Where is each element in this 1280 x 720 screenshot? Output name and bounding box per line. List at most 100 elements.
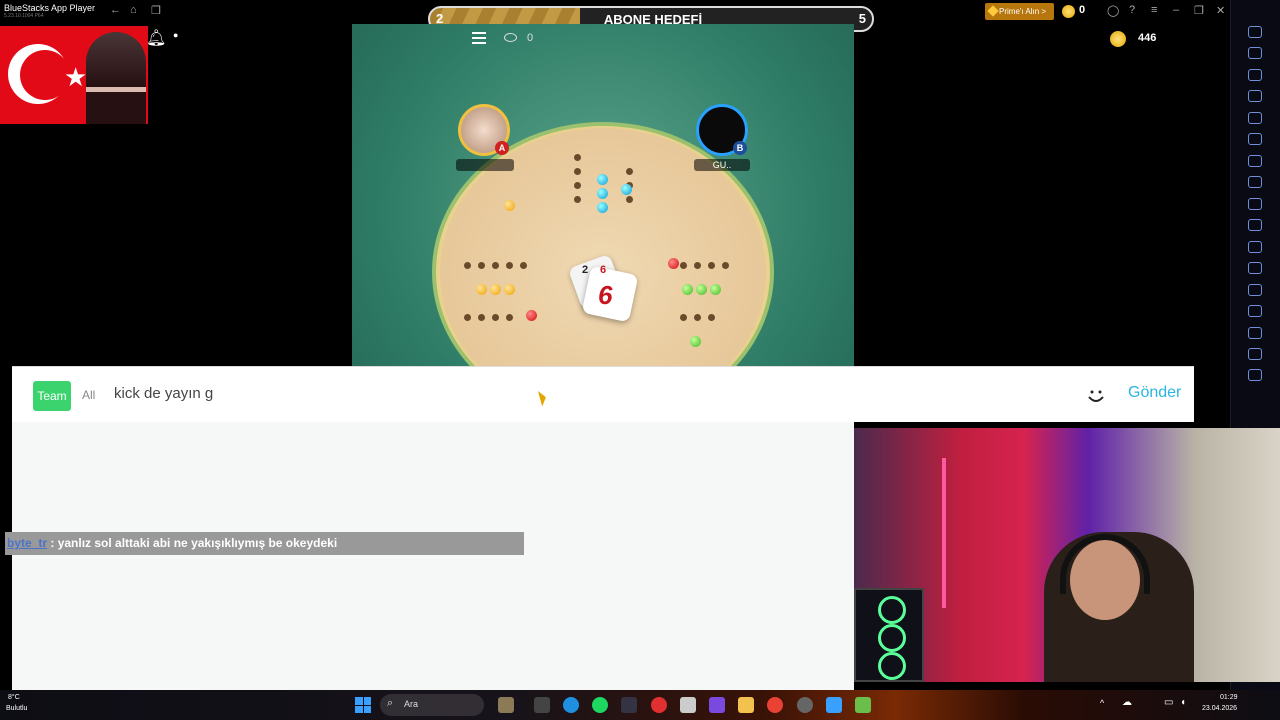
green-piece[interactable]	[696, 284, 707, 295]
player-b-avatar[interactable]: B	[696, 104, 748, 156]
tray-chevron-icon[interactable]: ^	[1100, 698, 1104, 708]
orange-piece[interactable]	[476, 284, 487, 295]
taskbar-search[interactable]	[380, 694, 484, 716]
app2-icon[interactable]	[709, 697, 725, 713]
dice[interactable]: 2 6 6	[567, 253, 639, 326]
back-icon[interactable]: ←	[110, 4, 121, 16]
blue-piece[interactable]	[597, 202, 608, 213]
screenshot-icon[interactable]	[1248, 198, 1262, 210]
blue-piece[interactable]	[621, 184, 632, 195]
player-a-name	[456, 159, 514, 171]
gamepad-icon[interactable]	[1248, 90, 1262, 102]
portrait-image	[86, 32, 146, 124]
app-title: BlueStacks App Player	[4, 3, 96, 13]
home-icon[interactable]: ⌂	[130, 4, 137, 16]
app-version: 5.23.10.1004 P64	[4, 13, 44, 19]
location-icon[interactable]	[1248, 327, 1262, 339]
tab-all[interactable]: All	[82, 388, 95, 402]
coin-icon	[1062, 5, 1075, 18]
file-explorer-icon[interactable]	[738, 697, 754, 713]
volume-icon[interactable]	[1248, 26, 1262, 38]
rotate-icon[interactable]	[1248, 112, 1262, 124]
help-icon[interactable]: ?	[1129, 4, 1135, 16]
player-a-badge: A	[495, 141, 509, 155]
game-coin-icon	[1110, 31, 1126, 47]
dice-value-a: 2	[582, 264, 589, 276]
blue-piece[interactable]	[597, 188, 608, 199]
macro-icon[interactable]	[1248, 155, 1262, 167]
performance-icon[interactable]	[1248, 176, 1262, 188]
blue-piece[interactable]	[597, 174, 608, 185]
player-b-name: GU..	[694, 159, 750, 171]
keyboard-icon[interactable]	[1248, 69, 1262, 81]
edge-icon[interactable]	[563, 697, 579, 713]
green-piece[interactable]	[682, 284, 693, 295]
start-icon[interactable]	[355, 697, 371, 713]
layers-icon[interactable]	[1248, 348, 1262, 360]
store-icon[interactable]	[680, 697, 696, 713]
photos-icon[interactable]	[826, 697, 842, 713]
orange-piece[interactable]	[490, 284, 501, 295]
weather-temp[interactable]: 8°C	[8, 694, 20, 701]
player-a-avatar[interactable]: A	[458, 104, 510, 156]
emoji-icon[interactable]	[1084, 383, 1108, 407]
record-icon[interactable]	[1248, 219, 1262, 231]
minimize-icon[interactable]: –	[1173, 4, 1179, 16]
network-icon[interactable]: ▭	[1164, 697, 1173, 708]
chat-input[interactable]	[106, 379, 1070, 409]
tab-team[interactable]: Team	[33, 381, 71, 411]
folder-icon[interactable]	[1248, 241, 1262, 253]
sync-icon[interactable]	[1248, 133, 1262, 145]
tabs-icon[interactable]: ❐	[151, 4, 161, 17]
green-piece[interactable]	[690, 336, 701, 347]
eco-icon[interactable]	[1248, 305, 1262, 317]
clock-date[interactable]: 23.04.2026	[1202, 705, 1237, 712]
red-piece[interactable]	[668, 258, 679, 269]
close-icon[interactable]: ✕	[1216, 4, 1225, 17]
app-icon[interactable]	[621, 697, 637, 713]
red-piece[interactable]	[526, 310, 537, 321]
turkish-flag-overlay: ★	[0, 26, 148, 124]
cloud-icon[interactable]: ☁	[1122, 697, 1132, 708]
mute-icon[interactable]	[1248, 47, 1262, 59]
eye-icon	[504, 33, 517, 42]
orange-piece[interactable]	[504, 200, 515, 211]
spotify-icon[interactable]	[592, 697, 608, 713]
player-b-badge: B	[733, 141, 747, 155]
menu-icon[interactable]: ≡	[1151, 4, 1157, 16]
dice-main-value: 6	[598, 280, 613, 310]
account-icon[interactable]: ◯	[1107, 4, 1119, 17]
premium-button[interactable]: Prime'ı Alın >	[985, 3, 1054, 20]
chat-message-user[interactable]: byte_tr	[7, 536, 47, 550]
chat-area	[12, 422, 854, 690]
airplane-icon[interactable]	[1248, 262, 1262, 274]
bluestacks-icon[interactable]	[855, 697, 871, 713]
search-icon: ⌕	[387, 697, 394, 709]
dice-value-b: 6	[600, 264, 607, 276]
task-view-icon[interactable]	[534, 697, 550, 713]
orange-piece[interactable]	[504, 284, 515, 295]
restore-icon[interactable]: ❐	[1194, 4, 1204, 17]
instances-icon[interactable]	[1248, 284, 1262, 296]
chat-message-text: yanlız sol alttaki abi ne yakışıklıymış …	[57, 536, 338, 550]
clock-time[interactable]: 01:29	[1220, 694, 1238, 701]
game-screen[interactable]: 0 A B GU.. 2 6 6	[352, 24, 854, 366]
webcam-overlay	[854, 428, 1280, 682]
settings-icon[interactable]	[1248, 369, 1262, 381]
weather-desc[interactable]: Bulutlu	[6, 705, 27, 712]
widgets-icon[interactable]	[498, 697, 514, 713]
obs-icon[interactable]	[797, 697, 813, 713]
send-button[interactable]: Gönder	[1128, 384, 1181, 402]
chrome-icon[interactable]	[767, 697, 783, 713]
topbar-coins: 0	[1079, 4, 1086, 16]
speaker-icon[interactable]: ◖	[1180, 697, 1186, 708]
screen: BlueStacks App Player 5.23.10.1004 P64 ←…	[0, 0, 1280, 720]
goal-target: 5	[858, 11, 866, 26]
opera-icon[interactable]	[651, 697, 667, 713]
taskbar-search-label: Ara	[404, 699, 419, 709]
dot-icon: ●	[173, 30, 179, 40]
viewer-count: 0	[527, 32, 534, 44]
green-piece[interactable]	[710, 284, 721, 295]
hamburger-menu-icon[interactable]	[472, 32, 486, 44]
notification-icon[interactable]: 🔔︎	[146, 28, 166, 48]
